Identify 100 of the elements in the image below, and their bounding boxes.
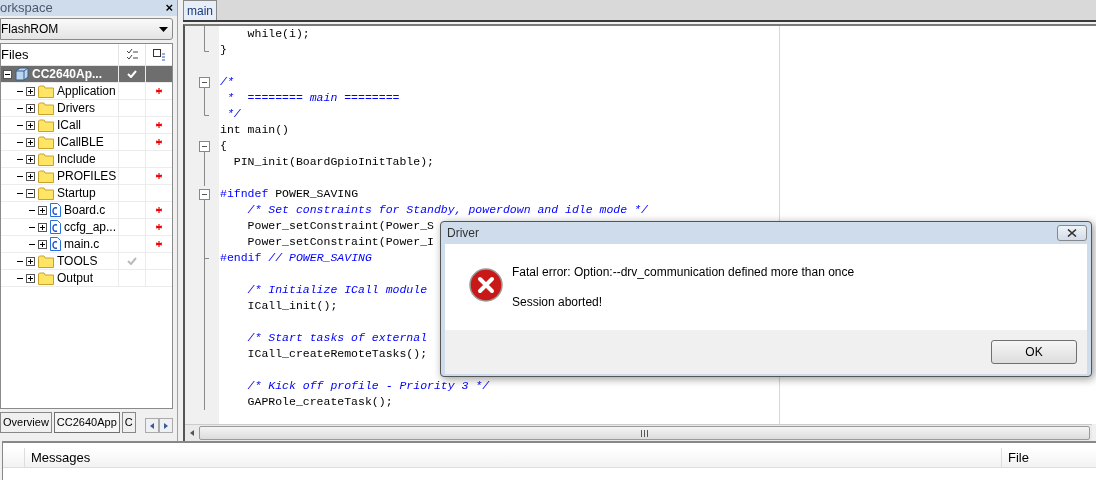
tree-label: Output	[57, 269, 94, 287]
scroll-right-button[interactable]	[159, 418, 173, 433]
tree-label: Include	[57, 150, 96, 168]
folder-icon	[38, 135, 54, 149]
c-file-icon	[50, 220, 61, 234]
tree-label: ICallBLE	[57, 133, 104, 151]
configuration-dropdown[interactable]: FlashROM	[0, 18, 173, 40]
tree-row[interactable]: Output	[1, 270, 172, 287]
folder-icon	[38, 118, 54, 132]
left-arrow-icon	[150, 422, 154, 429]
caret-icon	[159, 26, 168, 32]
checkmark-column-icon[interactable]	[125, 49, 139, 60]
folder-icon	[38, 84, 54, 98]
horizontal-scrollbar[interactable]	[185, 424, 1092, 441]
folder-icon	[38, 186, 54, 200]
right-arrow-icon	[164, 422, 168, 429]
ok-button[interactable]: OK	[991, 340, 1077, 364]
code-line: /*	[220, 74, 234, 90]
column-header[interactable]: Files	[1, 44, 118, 65]
code-line: /* Start tasks of external	[246, 330, 428, 346]
tree-label: PROFILES	[57, 167, 117, 185]
code-line: ICall_init();	[246, 298, 338, 314]
tree-row[interactable]: PROFILES	[1, 168, 172, 185]
code-line: while(i);	[246, 26, 310, 42]
grip-icon	[641, 429, 648, 437]
tree-row[interactable]: Drivers	[1, 100, 172, 117]
column-header[interactable]: Messages	[25, 448, 1002, 467]
dialog-message: Fatal error: Option:--drv_communication defined more than once	[512, 264, 855, 281]
folder-icon	[38, 271, 54, 285]
tree-row[interactable]: ICallBLE	[1, 134, 172, 151]
expand-icon[interactable]	[38, 222, 47, 232]
code-line: Power_setConstraint(Power_S	[246, 218, 434, 234]
tree-label: Drivers	[57, 99, 95, 117]
fold-toggle-icon[interactable]	[199, 74, 210, 90]
column-header[interactable]: File	[1002, 448, 1096, 467]
close-button[interactable]: ×	[165, 1, 173, 15]
expand-icon[interactable]	[26, 154, 35, 164]
tree-row[interactable]: Startup	[1, 185, 172, 202]
close-icon	[1067, 229, 1077, 237]
code-line: * ======== main ========	[225, 90, 400, 106]
code-line: /* Initialize ICall module	[246, 282, 428, 298]
code-line: int main()	[220, 122, 289, 138]
tree-label: CC2640Ap...	[32, 65, 103, 83]
folder-icon	[38, 254, 54, 268]
workspace-tab[interactable]: Overview	[0, 412, 52, 433]
tree-label: Startup	[57, 184, 96, 202]
tree-row[interactable]: CC2640Ap...	[1, 66, 172, 83]
code-line: ICall_createRemoteTasks();	[246, 346, 428, 362]
code-line: }	[220, 42, 227, 58]
folder-icon	[38, 101, 54, 115]
scroll-left-button[interactable]	[145, 418, 159, 433]
tree-label: ccfg_ap...	[64, 218, 117, 236]
expand-icon[interactable]	[38, 239, 47, 249]
expand-icon[interactable]	[26, 86, 35, 96]
expand-icon[interactable]	[26, 171, 35, 181]
tree-row[interactable]: Application	[1, 83, 172, 100]
tree-label: Board.c	[64, 201, 106, 219]
fold-toggle-icon[interactable]	[199, 138, 210, 154]
tree-row[interactable]: Include	[1, 151, 172, 168]
code-line: #ifndef POWER_SAVING	[220, 186, 359, 202]
code-line: */	[225, 106, 241, 122]
error-icon	[469, 268, 503, 302]
tree-row[interactable]: ICall	[1, 117, 172, 134]
c-file-icon	[50, 203, 61, 217]
fold-toggle-icon[interactable]	[199, 186, 210, 202]
workspace-tab[interactable]: CC2640App	[53, 412, 120, 433]
expand-icon[interactable]	[26, 103, 35, 113]
tree-label: TOOLS	[57, 252, 98, 270]
tree-row[interactable]: main.c	[1, 236, 172, 253]
expand-icon[interactable]	[26, 137, 35, 147]
cube-icon	[15, 67, 29, 81]
expand-icon[interactable]	[26, 256, 35, 266]
code-line: /* Kick off profile - Priority 3 */	[246, 378, 490, 394]
tree-label: Application	[57, 82, 116, 100]
dialog-message: Session aborted!	[512, 294, 604, 311]
tree-row[interactable]: Board.c	[1, 202, 172, 219]
close-button[interactable]	[1057, 225, 1087, 241]
code-line: #endif // POWER_SAVING	[220, 250, 372, 266]
folder-icon	[38, 152, 54, 166]
expand-icon[interactable]	[38, 205, 47, 215]
workspace-tab[interactable]: C	[121, 412, 136, 433]
tree-row[interactable]: ccfg_ap...	[1, 219, 172, 236]
code-line: /* Set constraints for Standby, powerdown and idle mode */	[246, 202, 648, 218]
options-column-icon[interactable]	[152, 48, 166, 61]
folder-icon	[38, 169, 54, 183]
c-file-icon	[50, 237, 61, 251]
tree-row[interactable]: TOOLS	[1, 253, 172, 270]
code-line: Power_setConstraint(Power_I	[246, 234, 434, 250]
dialog-title: Driver	[447, 225, 479, 242]
editor-tab[interactable]: main	[183, 0, 217, 20]
collapse-icon[interactable]	[26, 188, 35, 198]
collapse-icon[interactable]	[3, 69, 12, 79]
code-line: PIN_init(BoardGpioInitTable);	[232, 154, 434, 170]
tree-label: ICall	[57, 116, 81, 134]
code-line: GAPRole_createTask();	[246, 394, 393, 410]
panel-title: orkspace	[0, 0, 53, 16]
tree-label: main.c	[64, 235, 100, 253]
expand-icon[interactable]	[26, 120, 35, 130]
code-line: {	[220, 138, 227, 154]
expand-icon[interactable]	[26, 273, 35, 283]
